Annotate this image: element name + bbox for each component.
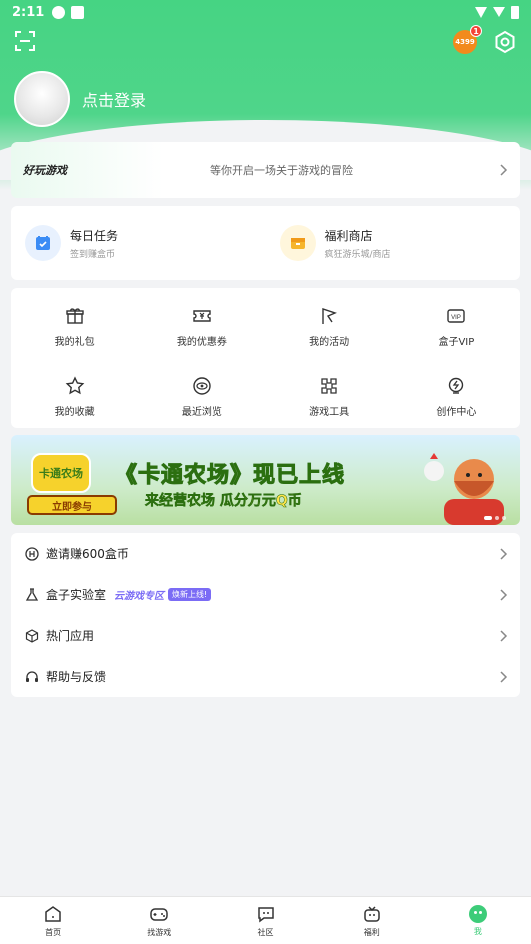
home-icon	[45, 905, 61, 922]
welfare-shop-title: 福利商店	[324, 228, 373, 243]
chevron-right-icon	[500, 164, 508, 176]
list-item-label: 邀请赚600盒币	[46, 547, 129, 561]
list-item-label: 热门应用	[46, 629, 95, 643]
tab-label: 福利	[363, 927, 380, 937]
coin-icon	[25, 546, 39, 561]
notification-badge: 1	[470, 25, 482, 37]
profile-login[interactable]: 点击登录	[14, 70, 146, 128]
chevron-right-icon	[500, 629, 508, 642]
login-text[interactable]: 点击登录	[82, 87, 146, 111]
features-grid: 我的礼包 我的优惠券 我的活动 VIP 盒子VIP 我的收藏 最近浏览 游戏工具…	[11, 288, 520, 428]
alert-icon	[52, 5, 66, 19]
banner-subtitle: 来经营农场 瓜分万元Q币	[145, 493, 302, 510]
list-item-label: 盒子实验室	[46, 588, 107, 602]
bottom-tab-bar: 首页 找游戏 社区 福利 我	[0, 896, 531, 944]
grid-label: 我的收藏	[54, 407, 95, 418]
welfare-shop-subtitle: 疯狂游乐城/商店	[324, 249, 391, 260]
chevron-right-icon	[500, 588, 508, 601]
grid-item-activity[interactable]: 我的活动	[266, 292, 393, 362]
vip-icon: VIP	[447, 309, 466, 323]
coupon-icon	[193, 310, 211, 322]
new-launch-badge: 焕新上线!	[168, 588, 212, 601]
menu-list: 邀请赚600盒币 盒子实验室 云游戏专区 焕新上线! 热门应用 帮助与反馈	[11, 533, 520, 697]
grid-item-vip[interactable]: VIP 盒子VIP	[393, 292, 520, 362]
status-bar: 2:11	[0, 0, 531, 24]
bulb-icon	[449, 377, 464, 394]
lab-icon	[25, 587, 39, 601]
promo-banner[interactable]: 卡通农场 立即参与 《卡通农场》现已上线 来经营农场 瓜分万元Q币	[11, 435, 520, 525]
headset-icon	[26, 670, 38, 682]
signal-icon	[493, 7, 505, 17]
daily-task-subtitle: 签到赚盒币	[70, 249, 116, 260]
calendar-check-icon	[25, 225, 61, 261]
gift-icon	[65, 308, 84, 324]
game-box-logo-text: 4399	[455, 38, 475, 46]
tab-welfare[interactable]: 福利	[319, 897, 425, 944]
grid-label: 最近浏览	[181, 407, 222, 418]
list-item-invite[interactable]: 邀请赚600盒币	[11, 533, 520, 574]
tab-label: 首页	[45, 927, 62, 937]
status-time: 2:11	[12, 4, 45, 20]
grid-label: 盒子VIP	[438, 337, 475, 348]
tab-find-games[interactable]: 找游戏	[106, 897, 212, 944]
grid-label: 游戏工具	[309, 407, 350, 418]
avatar[interactable]	[14, 71, 70, 127]
grid-item-tools[interactable]: 游戏工具	[266, 362, 393, 432]
settings-icon[interactable]	[493, 30, 517, 54]
adventure-card[interactable]: 好玩游戏 等你开启一场关于游戏的冒险	[11, 142, 520, 198]
grid-item-creator[interactable]: 创作中心	[393, 362, 520, 432]
tab-me[interactable]: 我	[425, 897, 531, 944]
grid-label: 创作中心	[436, 407, 477, 418]
notification-a-icon	[71, 5, 85, 19]
daily-task[interactable]: 每日任务 签到赚盒币	[11, 225, 266, 261]
grid-label: 我的礼包	[54, 337, 95, 348]
cube-icon	[25, 628, 39, 643]
adventure-logo: 好玩游戏	[23, 163, 67, 177]
tab-community[interactable]: 社区	[212, 897, 318, 944]
tasks-card: 每日任务 签到赚盒币 福利商店 疯狂游乐城/商店	[11, 206, 520, 280]
grid-item-coupon[interactable]: 我的优惠券	[138, 292, 265, 362]
farmer-character-illustration	[424, 453, 504, 525]
list-item-apps[interactable]: 热门应用	[11, 615, 520, 656]
tab-home[interactable]: 首页	[0, 897, 106, 944]
star-icon	[65, 376, 84, 395]
cloud-game-tag: 云游戏专区	[114, 591, 165, 602]
tab-label: 社区	[257, 927, 274, 937]
grid-item-favorites[interactable]: 我的收藏	[11, 362, 138, 432]
scan-icon[interactable]	[14, 30, 36, 52]
banner-title: 《卡通农场》现已上线	[114, 463, 346, 489]
me-icon	[468, 904, 487, 923]
shop-icon	[279, 225, 316, 261]
list-item-lab[interactable]: 盒子实验室 云游戏专区 焕新上线!	[11, 574, 520, 615]
flag-icon	[322, 308, 338, 324]
tab-label: 我	[473, 926, 482, 936]
chat-icon	[257, 906, 274, 922]
wifi-icon	[475, 6, 487, 18]
grid-item-gift[interactable]: 我的礼包	[11, 292, 138, 362]
chevron-right-icon	[500, 547, 508, 560]
game-box-logo[interactable]: 4399 1	[453, 25, 482, 54]
banner-game-logo: 卡通农场	[31, 453, 91, 493]
gamepad-icon	[150, 907, 169, 921]
list-item-label: 帮助与反馈	[46, 670, 107, 684]
tool-icon	[321, 378, 337, 394]
adventure-text: 等你开启一场关于游戏的冒险	[210, 164, 353, 177]
grid-item-recent[interactable]: 最近浏览	[138, 362, 265, 432]
battery-icon	[511, 5, 519, 19]
grid-label: 我的活动	[309, 337, 350, 348]
list-item-help[interactable]: 帮助与反馈	[11, 656, 520, 697]
svg-text:VIP: VIP	[452, 315, 462, 321]
eye-icon	[193, 377, 211, 395]
gift-box-icon	[363, 905, 380, 922]
welfare-shop[interactable]: 福利商店 疯狂游乐城/商店	[266, 225, 521, 261]
tab-label: 找游戏	[147, 927, 172, 937]
banner-join-button[interactable]: 立即参与	[27, 495, 117, 515]
daily-task-title: 每日任务	[70, 228, 119, 243]
grid-label: 我的优惠券	[176, 337, 227, 348]
chevron-right-icon	[500, 670, 508, 683]
banner-pagination	[484, 516, 506, 520]
